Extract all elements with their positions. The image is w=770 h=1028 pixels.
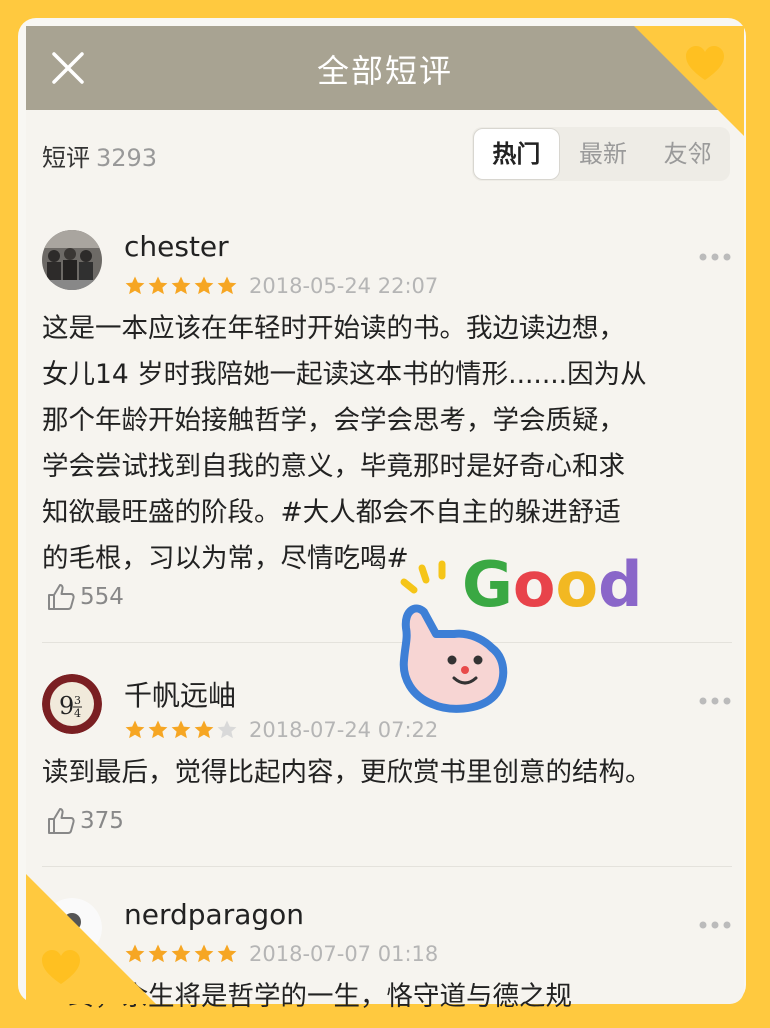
sticker-letter: d — [598, 548, 642, 621]
heart-icon — [42, 950, 80, 984]
review-date: 2018-07-07 01:18 — [249, 942, 439, 966]
avatar[interactable] — [42, 230, 102, 290]
review-line: 女儿14 岁时我陪她一起读这本书的情形.......因为从 — [42, 359, 647, 390]
star-rating — [124, 275, 239, 297]
svg-text:3: 3 — [74, 694, 81, 707]
divider — [42, 866, 732, 867]
more-options-icon[interactable] — [698, 920, 732, 930]
review-text: 读到最后，觉得比起内容，更欣赏书里创意的结构。 — [42, 750, 732, 796]
star-filled-icon — [194, 276, 214, 295]
more-options-icon[interactable] — [698, 252, 732, 262]
count-label: 短评 — [42, 144, 90, 172]
review-count: 短评 3293 — [42, 138, 157, 173]
star-filled-icon — [217, 944, 237, 963]
star-filled-icon — [148, 720, 168, 739]
review-line: 读到最后，觉得比起内容，更欣赏书里创意的结构。 — [42, 757, 652, 788]
good-sticker: Good — [399, 548, 643, 713]
review-line: 学会尝试找到自我的意义，毕竟那时是好奇心和求 — [42, 451, 625, 482]
review-line: 那个年龄开始接触哲学，会学会思考，学会质疑， — [42, 405, 625, 436]
star-filled-icon — [171, 276, 191, 295]
star-filled-icon — [125, 276, 145, 295]
review-meta: 2018-07-07 01:18 — [124, 942, 438, 966]
star-filled-icon — [194, 944, 214, 963]
like-button[interactable]: 375 — [46, 806, 124, 836]
star-filled-icon — [148, 276, 168, 295]
review-text: 这是一本应该在年轻时开始读的书。我边读边想， 女儿14 岁时我陪她一起读这本书的… — [42, 306, 732, 582]
sticker-text: Good — [462, 548, 643, 621]
like-count: 554 — [80, 584, 124, 610]
like-button[interactable]: 554 — [46, 582, 124, 612]
tab-latest[interactable]: 最新 — [561, 127, 646, 181]
username[interactable]: 千帆远岫 — [124, 674, 236, 714]
heart-icon — [686, 46, 724, 80]
more-options-icon[interactable] — [698, 696, 732, 706]
avatar[interactable]: 9 3 4 — [42, 674, 102, 734]
sparkle-lines — [400, 560, 446, 594]
review-meta: 2018-05-24 22:07 — [124, 274, 438, 298]
star-filled-icon — [171, 944, 191, 963]
thumbs-up-icon — [48, 808, 75, 834]
star-filled-icon — [194, 720, 214, 739]
tab-hot[interactable]: 热门 — [473, 128, 560, 180]
star-rating — [124, 719, 239, 741]
count-value: 3293 — [96, 144, 158, 172]
svg-text:9: 9 — [59, 692, 74, 720]
sticker-letter: o — [513, 548, 556, 621]
sticker-letter: G — [462, 548, 513, 621]
thumbs-up-icon — [48, 584, 75, 610]
svg-text:4: 4 — [74, 707, 81, 720]
username[interactable]: chester — [124, 230, 229, 263]
review-date: 2018-05-24 22:07 — [249, 274, 439, 298]
star-filled-icon — [125, 720, 145, 739]
star-empty-icon — [217, 720, 237, 739]
like-count: 375 — [80, 808, 124, 834]
star-filled-icon — [217, 276, 237, 295]
sticker-letter: o — [556, 548, 599, 621]
review-line: 这是一本应该在年轻时开始读的书。我边读边想， — [42, 313, 625, 344]
review-line: 知欲最旺盛的阶段。#大人都会不自主的躲进舒适 — [42, 497, 621, 528]
star-filled-icon — [171, 720, 191, 739]
